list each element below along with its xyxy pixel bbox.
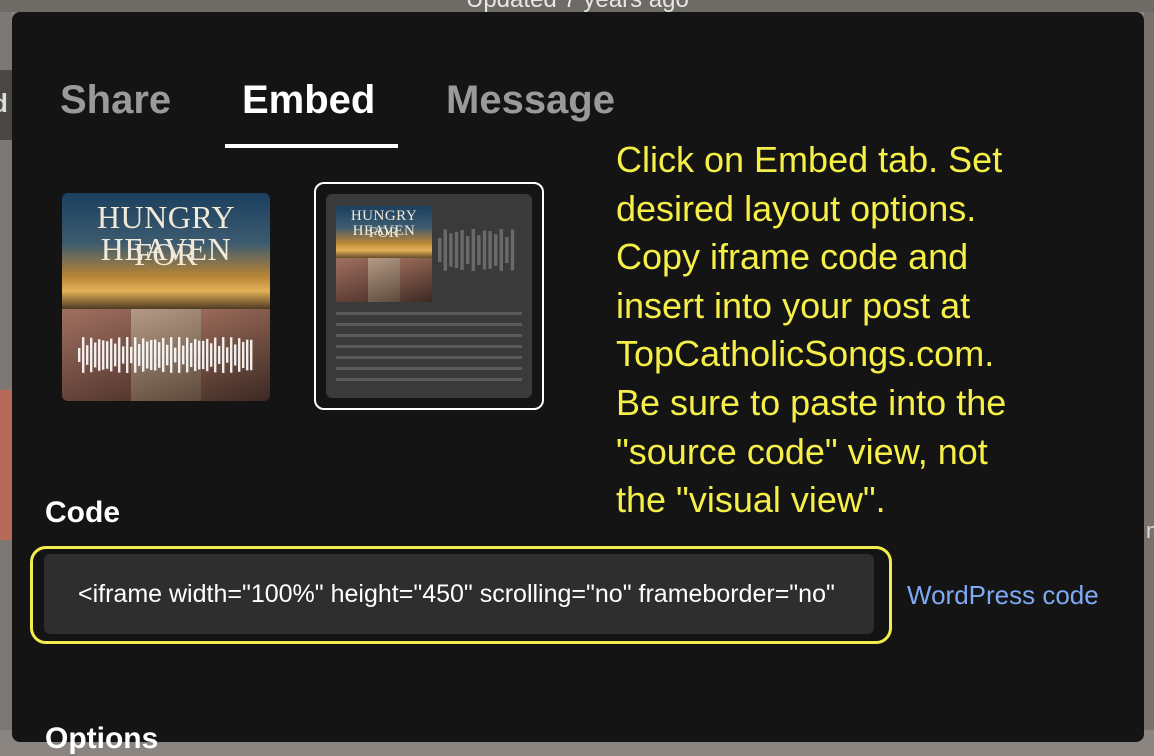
waveform-icon	[78, 337, 253, 373]
embed-code-field[interactable]	[44, 554, 874, 634]
tracklist-line	[336, 323, 522, 326]
instructions-annotation: Click on Embed tab. Set desired layout o…	[616, 136, 1096, 525]
classic-preview: HUNGRY FOR HEAVEN	[326, 194, 532, 398]
background-right-strip	[1144, 12, 1154, 730]
layout-option-artwork[interactable]: HUNGRY FOR HEAVEN	[62, 193, 270, 401]
classic-artwork-thumbnail: HUNGRY FOR HEAVEN	[336, 206, 432, 302]
instruction-line: Copy iframe code and	[616, 236, 969, 278]
wordpress-code-link[interactable]: WordPress code	[907, 580, 1099, 611]
tracklist-line	[336, 345, 522, 348]
background-right-letter: m	[1146, 518, 1154, 544]
active-tab-indicator	[225, 144, 398, 148]
instruction-line: TopCatholicSongs.com.	[616, 333, 995, 375]
artwork-title-line2: HEAVEN	[100, 231, 232, 267]
layout-option-classic[interactable]: HUNGRY FOR HEAVEN	[314, 182, 544, 410]
instruction-line: "source code" view, not	[616, 430, 988, 472]
classic-title-line2: HEAVEN	[352, 223, 416, 239]
tracklist-line	[336, 334, 522, 337]
share-modal: Share Embed Message HUNGRY FOR HEAVEN HU…	[12, 12, 1144, 755]
tracklist-line	[336, 378, 522, 381]
instruction-line: Be sure to paste into the	[616, 381, 1007, 423]
code-label: Code	[45, 496, 120, 529]
background-left-letter: d	[0, 88, 8, 119]
options-heading: Options	[45, 722, 159, 755]
tab-embed[interactable]: Embed	[242, 78, 375, 123]
instruction-line: insert into your post at	[616, 284, 971, 326]
mini-waveform-icon	[438, 229, 515, 271]
instruction-line: Click on Embed tab. Set	[616, 139, 1003, 180]
instruction-line: the "visual view".	[616, 479, 886, 521]
tab-share[interactable]: Share	[60, 78, 171, 123]
tracklist-line	[336, 356, 522, 359]
tracklist-line	[336, 367, 522, 370]
background-left-accent	[0, 390, 12, 540]
instruction-line: desired layout options.	[616, 187, 977, 229]
tracklist-line	[336, 312, 522, 315]
tab-message[interactable]: Message	[446, 78, 615, 123]
classic-band-photo	[336, 258, 432, 302]
